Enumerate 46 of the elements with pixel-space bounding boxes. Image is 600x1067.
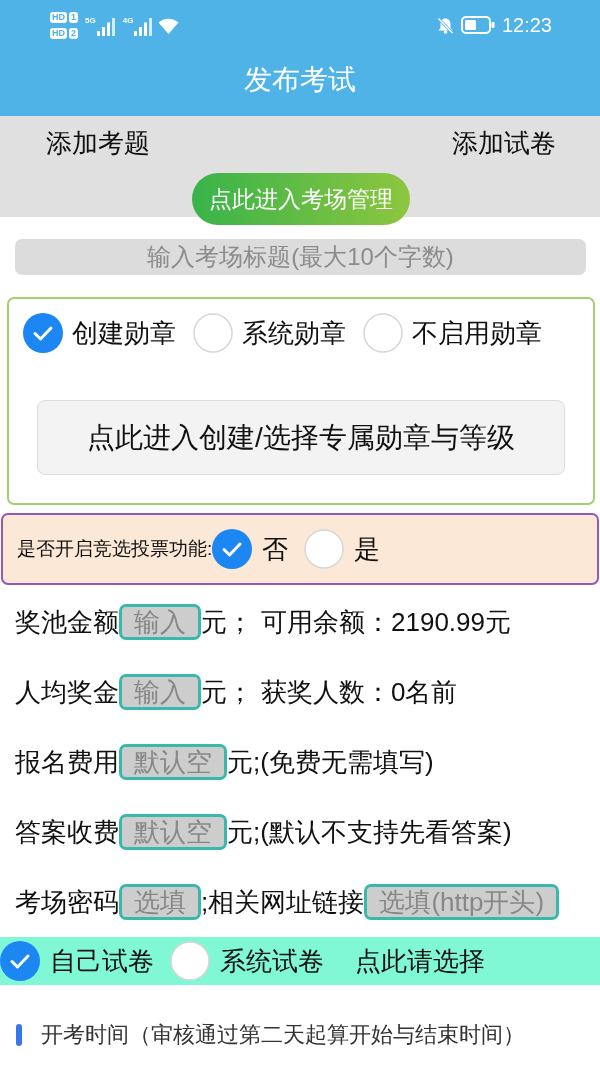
page-title: 发布考试 [243,63,357,97]
sim-label: HD [50,11,67,23]
battery-icon [460,16,495,34]
unit-text: 元;(默认不支持先看答案) [227,816,512,849]
badge-setup-button[interactable]: 点此进入创建/选择专属勋章与等级 [37,400,565,475]
vote-label: 是否开启竞选投票功能: [17,537,213,561]
input-field[interactable]: 默认空 [119,814,227,850]
network-label: 4G [122,16,134,25]
input-field[interactable]: 选填 [119,884,201,920]
input-field[interactable]: 默认空 [119,744,227,780]
choose-link[interactable]: 点此请选择 [355,944,485,978]
field-label: ;相关网址链接 [201,886,365,919]
field-label: 人均奖金 [15,676,119,709]
radio-option[interactable]: 系统试卷 [170,941,324,981]
sim-label: HD [50,27,67,39]
section-marker-icon [16,1024,22,1046]
info-text: 可用余额：2190.99元 [261,606,511,639]
bell-muted-icon [436,16,454,34]
input-field[interactable]: 输入 [119,674,201,710]
field-label: 报名费用 [15,746,119,779]
field-label: 考场密码 [15,886,119,919]
radio-option[interactable]: 不启用勋章 [363,313,542,353]
sim-slot: 1 [69,11,78,23]
nav-button[interactable]: 添加试卷 [452,127,556,159]
radio-option[interactable]: 否 [212,529,289,569]
unit-text: 元;(免费无需填写) [227,746,434,779]
network-label: 5G [85,16,96,25]
status-time: 12:23 [501,14,552,36]
unit-text: 元； [201,676,253,709]
info-text: 获奖人数：0名前 [261,676,458,709]
radio-option[interactable]: 自己试卷 [0,941,154,981]
title-input[interactable]: 输入考场标题(最大10个字数) [15,239,586,275]
input-field[interactable]: 输入 [119,604,201,640]
wifi-icon [158,16,180,34]
input-field[interactable]: 选填(http开头) [364,884,560,920]
field-label: 答案收费 [15,816,119,849]
radio-option[interactable]: 创建勋章 [23,313,176,353]
nav-button[interactable]: 添加考题 [46,127,150,159]
field-label: 奖池金额 [15,606,119,639]
unit-text: 元； [201,606,253,639]
section-title: 开考时间（审核通过第二天起算开始与结束时间） [41,1022,525,1048]
radio-option[interactable]: 是 [304,529,381,569]
sim-slot: 2 [69,27,78,39]
signal-icon [134,18,154,36]
signal-icon [96,18,116,36]
radio-option[interactable]: 系统勋章 [193,313,346,353]
